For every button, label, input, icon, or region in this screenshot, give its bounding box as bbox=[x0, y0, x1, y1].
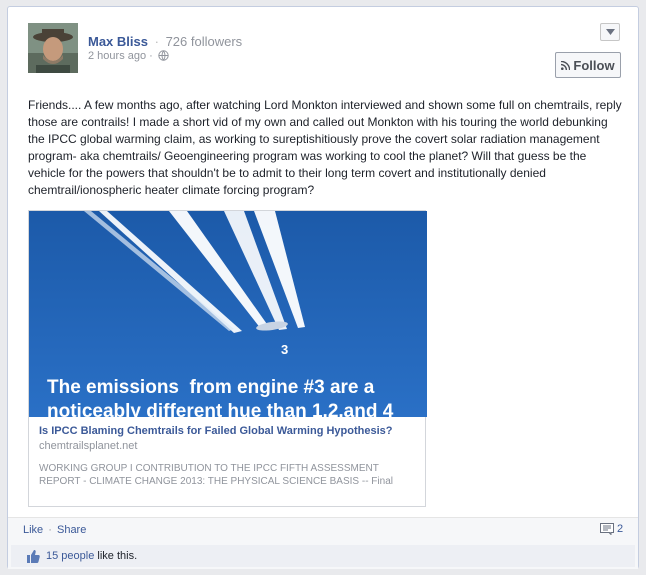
timestamp[interactable]: 2 hours ago bbox=[88, 50, 146, 62]
post-meta: 2 hours ago · bbox=[88, 50, 169, 64]
actions-separator: · bbox=[48, 524, 52, 536]
link-title[interactable]: Is IPCC Blaming Chemtrails for Failed Gl… bbox=[39, 425, 415, 438]
author-name[interactable]: Max Bliss bbox=[88, 34, 148, 49]
likes-people-link[interactable]: 15 people bbox=[46, 550, 94, 562]
share-button[interactable]: Share bbox=[57, 524, 86, 536]
post-body: Friends.... A few months ago, after watc… bbox=[28, 98, 622, 197]
image-caption-line-1: The emissions from engine #3 are a bbox=[47, 377, 375, 398]
options-button[interactable] bbox=[600, 23, 620, 41]
link-preview[interactable]: 3 The emissions from engine #3 are a not… bbox=[28, 210, 427, 507]
link-preview-image[interactable]: 3 The emissions from engine #3 are a not… bbox=[29, 211, 427, 417]
comment-icon bbox=[600, 523, 614, 535]
follow-label: Follow bbox=[573, 57, 615, 73]
post-footer: Like · Share 2 15 people like this. bbox=[8, 517, 638, 569]
rss-icon bbox=[561, 60, 571, 70]
post-actions: Like · Share bbox=[23, 524, 86, 536]
post-card: Max Bliss · 726 followers 2 hours ago · … bbox=[7, 6, 639, 569]
comments-count-button[interactable]: 2 bbox=[600, 523, 623, 535]
comment-count: 2 bbox=[617, 523, 624, 535]
link-domain: chemtrailsplanet.net bbox=[39, 440, 138, 452]
follow-button[interactable]: Follow bbox=[555, 52, 621, 78]
time-separator: · bbox=[149, 50, 153, 62]
like-button[interactable]: Like bbox=[23, 524, 43, 536]
followers-count[interactable]: 726 followers bbox=[166, 34, 243, 49]
separator: · bbox=[154, 34, 159, 49]
author-row: Max Bliss · 726 followers bbox=[88, 34, 242, 49]
image-engine-number: 3 bbox=[281, 342, 288, 357]
likes-summary: 15 people like this. bbox=[11, 545, 635, 567]
thumbs-up-icon bbox=[27, 549, 40, 563]
likes-suffix: like this. bbox=[97, 550, 138, 562]
globe-icon[interactable] bbox=[158, 50, 169, 64]
link-preview-body: Is IPCC Blaming Chemtrails for Failed Gl… bbox=[29, 417, 425, 488]
avatar[interactable] bbox=[28, 23, 78, 73]
link-description: WORKING GROUP I CONTRIBUTION TO THE IPCC… bbox=[39, 463, 393, 487]
image-caption-line-2: noticeably different hue than 1,2,and 4 bbox=[47, 401, 394, 417]
chevron-down-icon bbox=[606, 29, 615, 35]
